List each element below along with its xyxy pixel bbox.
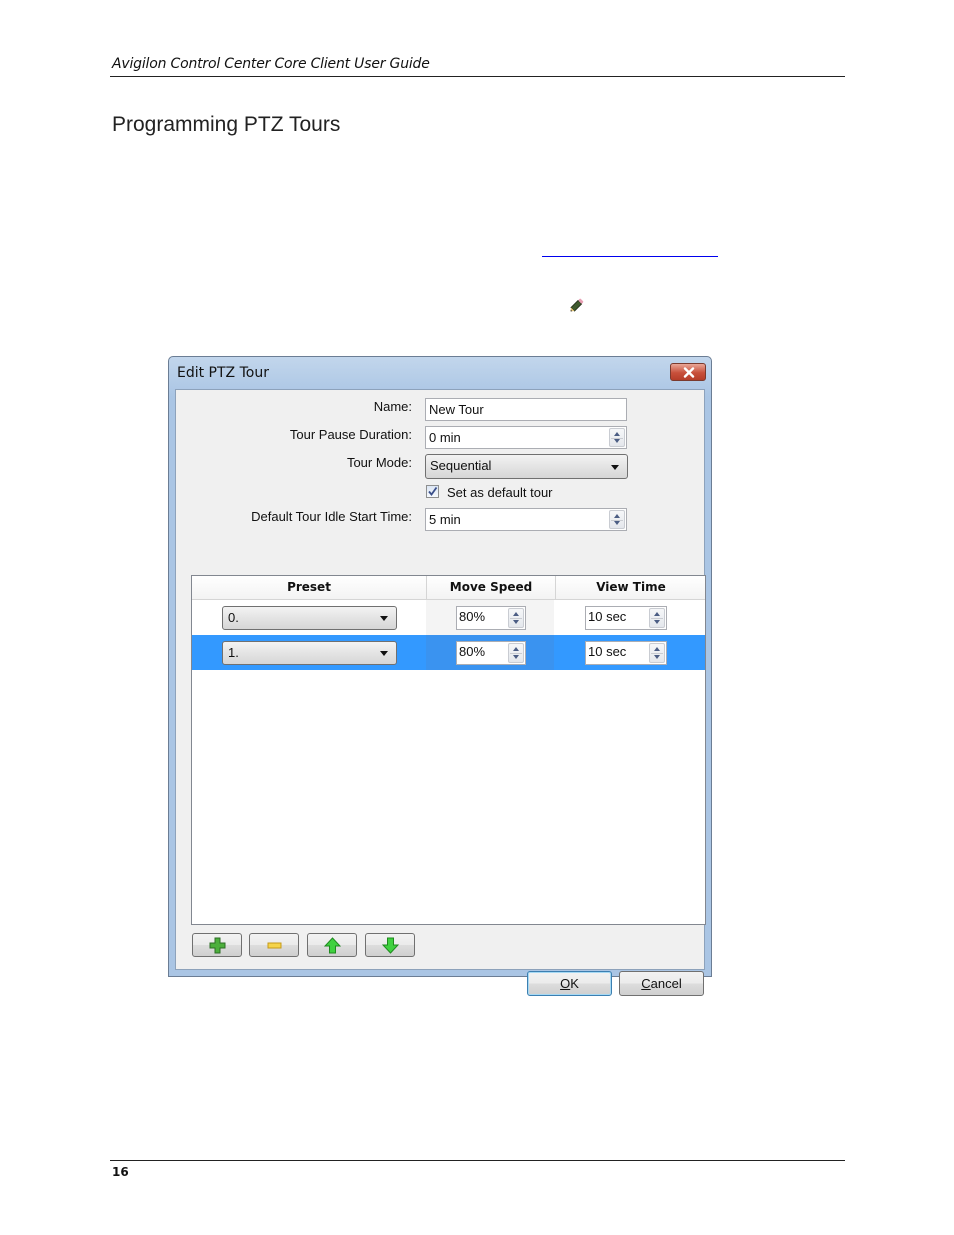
name-input-value: New Tour — [429, 402, 484, 417]
minus-icon — [267, 942, 282, 949]
ok-label: K — [570, 976, 579, 991]
section-title: Programming PTZ Tours — [112, 113, 341, 136]
tour-mode-label: Tour Mode: — [346, 455, 412, 470]
page-number: 16 — [112, 1165, 129, 1179]
tour-mode-value: Sequential — [430, 458, 492, 473]
spinner-arrows-icon[interactable] — [649, 608, 665, 628]
move-speed-value: 80% — [459, 644, 486, 659]
spinner-arrows-icon[interactable] — [508, 643, 524, 663]
idle-start-time-value: 5 min — [429, 512, 461, 527]
table-row-selected[interactable]: 1. 80% 10 sec — [192, 635, 705, 670]
tour-presets-grid[interactable]: Preset Move Speed View Time 0. 80% 10 se… — [191, 575, 706, 925]
view-time-spinner[interactable]: 10 sec — [585, 606, 667, 630]
table-row[interactable]: 0. 80% 10 sec — [192, 600, 705, 635]
move-speed-spinner[interactable]: 80% — [456, 606, 526, 630]
view-time-value: 10 sec — [588, 644, 627, 659]
spinner-arrows-icon[interactable] — [649, 643, 665, 663]
pencil-icon — [570, 298, 584, 312]
name-label: Name: — [373, 399, 412, 414]
dialog-titlebar[interactable]: Edit PTZ Tour — [169, 357, 711, 387]
tour-pause-duration-value: 0 min — [429, 430, 461, 445]
hyperlink[interactable] — [542, 256, 718, 257]
chevron-down-icon — [611, 464, 619, 470]
header-divider — [110, 76, 845, 77]
view-time-spinner[interactable]: 10 sec — [585, 641, 667, 665]
ok-button[interactable]: OK — [527, 971, 612, 996]
tour-pause-duration-label: Tour Pause Duration: — [289, 427, 412, 442]
plus-icon — [209, 937, 226, 954]
column-header-view-time[interactable]: View Time — [556, 580, 706, 594]
footer-divider — [110, 1160, 845, 1161]
dialog-title: Edit PTZ Tour — [177, 365, 269, 381]
default-tour-idle-start-time-spinner[interactable]: 5 min — [425, 508, 627, 531]
checkmark-icon — [428, 486, 438, 496]
column-header-preset[interactable]: Preset — [192, 580, 426, 594]
set-default-tour-label: Set as default tour — [447, 485, 553, 500]
remove-preset-button[interactable] — [249, 933, 299, 957]
preset-dropdown[interactable]: 0. — [222, 606, 397, 630]
view-time-value: 10 sec — [588, 609, 627, 624]
chevron-down-icon — [380, 651, 388, 656]
edit-ptz-tour-dialog: Edit PTZ Tour Name: New Tour Tour Pause … — [168, 356, 712, 996]
chevron-down-icon — [380, 616, 388, 621]
tour-pause-duration-spinner[interactable]: 0 min — [425, 426, 627, 449]
cancel-button[interactable]: Cancel — [619, 971, 704, 996]
guide-title: Avigilon Control Center Core Client User… — [112, 56, 430, 72]
move-up-button[interactable] — [307, 933, 357, 957]
arrow-down-icon — [382, 937, 399, 954]
close-button[interactable] — [670, 363, 706, 381]
column-header-move-speed[interactable]: Move Speed — [427, 580, 555, 594]
cancel-mnemonic: C — [641, 976, 651, 991]
set-default-tour-checkbox[interactable] — [426, 485, 439, 498]
move-speed-value: 80% — [459, 609, 486, 624]
cancel-label: ancel — [650, 976, 682, 991]
move-down-button[interactable] — [365, 933, 415, 957]
grid-header: Preset Move Speed View Time — [192, 576, 705, 600]
default-tour-idle-start-time-label: Default Tour Idle Start Time: — [251, 509, 412, 524]
add-preset-button[interactable] — [192, 933, 242, 957]
name-input[interactable]: New Tour — [425, 398, 627, 421]
preset-value: 1. — [228, 645, 239, 660]
spinner-arrows-icon[interactable] — [609, 510, 625, 529]
close-icon — [683, 367, 695, 378]
preset-dropdown[interactable]: 1. — [222, 641, 397, 665]
arrow-up-icon — [324, 937, 341, 954]
dialog-body: Name: New Tour Tour Pause Duration: 0 mi… — [175, 389, 706, 996]
spinner-arrows-icon[interactable] — [609, 428, 625, 447]
move-speed-spinner[interactable]: 80% — [456, 641, 526, 665]
preset-value: 0. — [228, 610, 239, 625]
spinner-arrows-icon[interactable] — [508, 608, 524, 628]
ok-mnemonic: O — [560, 976, 571, 991]
tour-mode-dropdown[interactable]: Sequential — [425, 454, 628, 479]
